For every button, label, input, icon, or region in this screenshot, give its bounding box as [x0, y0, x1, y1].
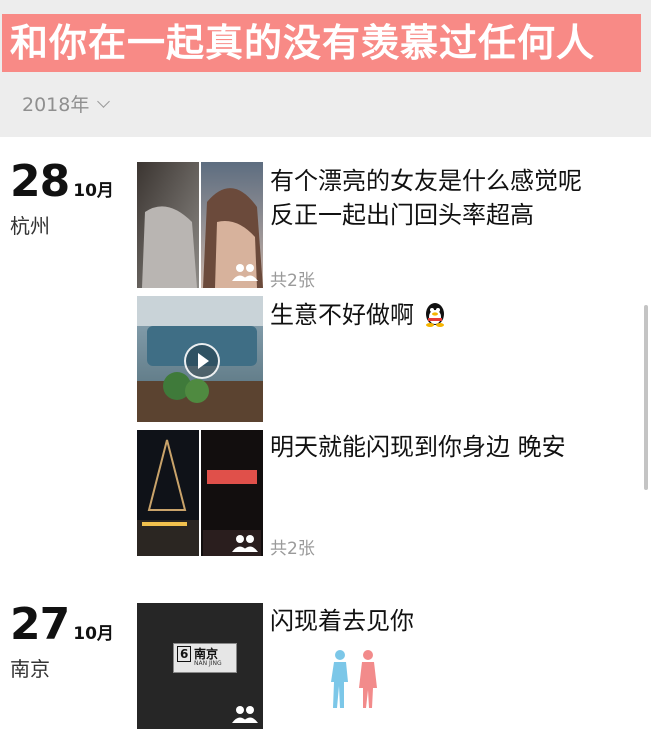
- post-thumbnail-2[interactable]: [137, 296, 263, 422]
- post-thumbnail-1[interactable]: [137, 162, 263, 288]
- chevron-down-icon: [97, 94, 111, 108]
- title-banner: 和你在一起真的没有羡慕过任何人: [2, 14, 641, 72]
- header-area: 和你在一起真的没有羡慕过任何人 2018年: [0, 0, 651, 137]
- post-line: 有个漂亮的女友是什么感觉呢: [270, 167, 582, 195]
- city-label: 杭州: [10, 214, 50, 238]
- banner-title: 和你在一起真的没有羡慕过任何人: [10, 21, 596, 65]
- day-number: 27: [10, 599, 70, 650]
- post-text-3[interactable]: 明天就能闪现到你身边 晚安: [270, 430, 566, 464]
- sign-number: 6: [177, 646, 192, 662]
- post-line: 反正一起出门回头率超高: [270, 201, 534, 229]
- post-thumbnail-4[interactable]: 6 南京 NAN JING: [137, 603, 263, 729]
- date-block-27: 27 10月 南京: [10, 603, 114, 682]
- two-people-icon: [232, 264, 258, 281]
- scrollbar[interactable]: [644, 305, 648, 490]
- year-label: 2018年: [22, 94, 90, 116]
- post-text-4[interactable]: 闪现着去见你: [270, 604, 414, 638]
- year-dropdown[interactable]: 2018年: [22, 90, 111, 117]
- month-label: 10月: [73, 181, 114, 201]
- month-label: 10月: [73, 624, 114, 644]
- post-thumbnail-3[interactable]: [137, 430, 263, 556]
- post-text-2[interactable]: 生意不好做啊: [270, 298, 448, 332]
- day-number: 28: [10, 156, 70, 207]
- photo-count: 共2张: [270, 539, 315, 559]
- post-text-1[interactable]: 有个漂亮的女友是什么感觉呢 反正一起出门回头率超高: [270, 164, 582, 232]
- station-sign: 6 南京 NAN JING: [173, 643, 237, 673]
- two-people-icon: [232, 535, 258, 552]
- qq-penguin-icon: [425, 303, 444, 327]
- sign-subtext: NAN JING: [194, 660, 222, 667]
- date-block-28: 28 10月 杭州: [10, 160, 114, 239]
- photo-count: 共2张: [270, 271, 315, 291]
- post-line: 生意不好做啊: [270, 301, 414, 329]
- couple-silhouette-icon: [331, 650, 377, 708]
- two-people-icon: [232, 706, 258, 723]
- play-icon[interactable]: [184, 343, 220, 379]
- city-label: 南京: [10, 657, 50, 681]
